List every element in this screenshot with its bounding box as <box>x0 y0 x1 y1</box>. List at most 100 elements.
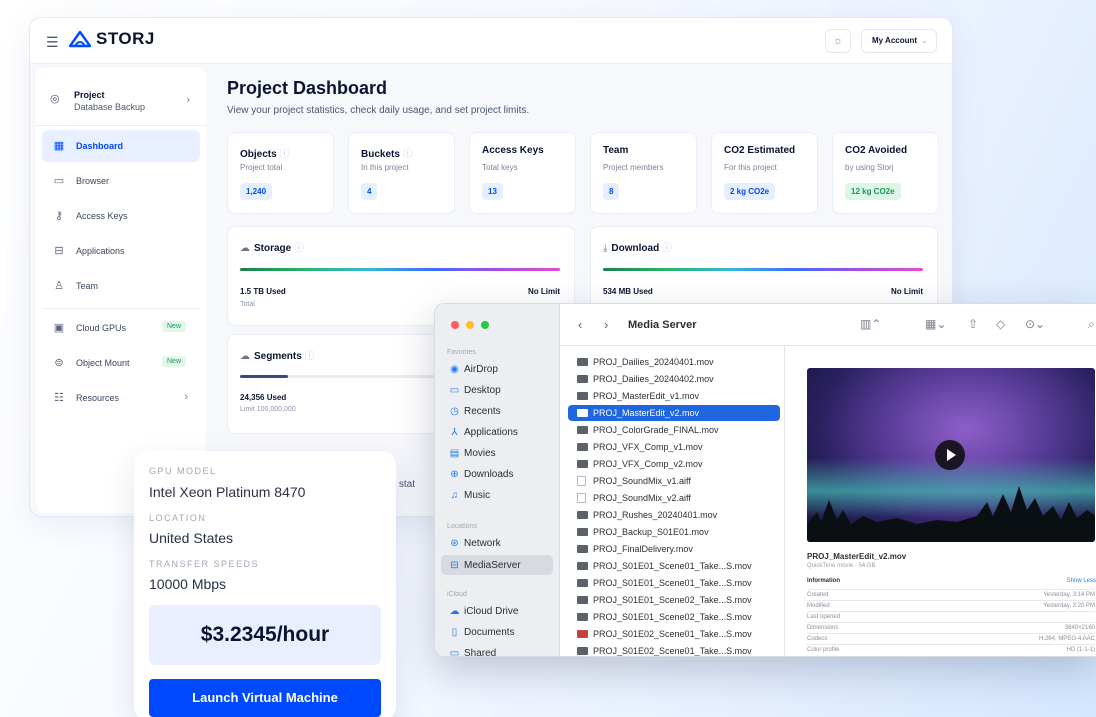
more-actions-icon[interactable]: ⊙⌄ <box>1025 317 1045 331</box>
file-row[interactable]: PROJ_VFX_Comp_v2.mov <box>568 456 780 472</box>
movie-file-icon <box>577 358 588 366</box>
sidebar-item-label: Dashboard <box>76 141 124 151</box>
file-row[interactable]: PROJ_S01E02_Scene01_Take...S.mov <box>568 626 780 642</box>
movie-file-icon <box>577 630 588 638</box>
stat-card-team[interactable]: Team Project members 8 <box>590 132 697 214</box>
sidebar-item-cloud-gpus[interactable]: ▣ Cloud GPUs New <box>42 312 200 344</box>
tag-icon[interactable]: ◇ <box>996 317 1005 331</box>
sidebar-item-documents[interactable]: ▯ Documents <box>449 627 515 638</box>
file-row[interactable]: PROJ_Dailies_20240401.mov <box>568 354 780 370</box>
file-row[interactable]: PROJ_FinalDelivery.mov <box>568 541 780 557</box>
file-row[interactable]: PROJ_MasterEdit_v1.mov <box>568 388 780 404</box>
sidebar-item-label: AirDrop <box>464 364 498 375</box>
file-row[interactable]: PROJ_SoundMix_v2.aiff <box>568 490 780 506</box>
gpu-offer-card: GPU MODEL Intel Xeon Platinum 8470 LOCAT… <box>134 451 396 717</box>
launch-vm-button[interactable]: Launch Virtual Machine <box>149 679 381 717</box>
sidebar-item-icloud-drive[interactable]: ☁ iCloud Drive <box>449 606 519 617</box>
sidebar-item-network[interactable]: ⊛ Network <box>449 538 500 549</box>
menu-icon[interactable]: ☰ <box>46 34 59 51</box>
stat-value: 1,240 <box>240 183 273 200</box>
share-icon[interactable]: ⇧ <box>968 317 978 331</box>
file-row[interactable]: PROJ_ColorGrade_FINAL.mov <box>568 422 780 438</box>
file-row[interactable]: PROJ_S01E01_Scene01_Take...S.mov <box>568 558 780 574</box>
close-window-button[interactable] <box>451 321 459 329</box>
file-name: PROJ_VFX_Comp_v1.mov <box>593 442 703 452</box>
info-row: Modified Yesterday, 3:20 PM <box>807 600 1095 611</box>
storj-logo[interactable]: STORJ <box>68 29 155 49</box>
file-name: PROJ_VFX_Comp_v2.mov <box>593 459 703 469</box>
project-switcher[interactable]: ◎ Project Database Backup › <box>36 76 206 126</box>
sidebar-item-dashboard[interactable]: ▦ Dashboard <box>42 130 200 162</box>
video-thumbnail[interactable] <box>807 368 1095 542</box>
card-title: Download <box>611 243 660 254</box>
stat-card-co2-estimated[interactable]: CO2 Estimated For this project 2 kg CO2e <box>711 132 818 214</box>
file-row[interactable]: PROJ_S01E02_Scene01_Take...S.mov <box>568 643 780 656</box>
file-name: PROJ_Dailies_20240402.mov <box>593 374 714 384</box>
sidebar-item-applications[interactable]: ⅄ Applications <box>449 427 517 438</box>
sidebar-item-airdrop[interactable]: ◉ AirDrop <box>449 364 498 375</box>
back-arrow-icon[interactable]: ‹ <box>578 317 582 332</box>
file-row[interactable]: PROJ_VFX_Comp_v1.mov <box>568 439 780 455</box>
sidebar-item-applications[interactable]: ⊟ Applications <box>42 235 200 267</box>
tree-silhouette <box>807 486 1095 542</box>
sidebar-item-team[interactable]: ♙ Team <box>42 270 200 302</box>
play-button[interactable] <box>935 440 965 470</box>
file-name: PROJ_S01E01_Scene02_Take...S.mov <box>593 612 752 622</box>
search-icon[interactable]: ⌕ <box>1088 317 1095 332</box>
cloud-icon: ☁ <box>240 351 250 362</box>
stat-subtitle: In this project <box>361 163 409 172</box>
gpu-model-label: GPU MODEL <box>149 466 217 476</box>
stat-card-buckets[interactable]: Buckets ⓘ In this project 4 <box>348 132 455 214</box>
info-row: Last opened <box>807 611 1095 622</box>
file-row[interactable]: PROJ_Dailies_20240402.mov <box>568 371 780 387</box>
movie-file-icon <box>577 426 588 434</box>
segments-used: 24,356 Used <box>240 393 287 402</box>
sidebar-item-label: Browser <box>76 176 110 186</box>
minimize-window-button[interactable] <box>466 321 474 329</box>
sidebar-item-access-keys[interactable]: ⚷ Access Keys <box>42 200 200 232</box>
sidebar-item-label: Music <box>464 490 491 501</box>
info-row: Dimensions 3840×2160 <box>807 622 1095 633</box>
zoom-window-button[interactable] <box>481 321 489 329</box>
sidebar-item-browser[interactable]: ▭ Browser <box>42 165 200 197</box>
show-less-link[interactable]: Show Less <box>1067 578 1096 584</box>
sidebar-item-desktop[interactable]: ▭ Desktop <box>449 385 501 396</box>
stat-card-access-keys[interactable]: Access Keys Total keys 13 <box>469 132 576 214</box>
stat-subtitle: by using Storj <box>845 163 894 172</box>
file-name: PROJ_SoundMix_v1.aiff <box>593 476 691 486</box>
sidebar-item-shared[interactable]: ▭ Shared <box>449 648 496 656</box>
cloud-icon: ☁ <box>449 606 460 617</box>
brand-name: STORJ <box>96 29 155 48</box>
sidebar-item-movies[interactable]: ▤ Movies <box>449 448 496 459</box>
finder-sidebar: Favorites ◉ AirDrop ▭ Desktop ◷ Recents ⅄ Ap… <box>435 304 560 656</box>
file-row[interactable]: PROJ_Rushes_20240401.mov <box>568 507 780 523</box>
info-value: 3840×2160 <box>1064 625 1095 631</box>
icloud-section-label: iCloud <box>447 591 467 598</box>
file-row[interactable]: PROJ_SoundMix_v1.aiff <box>568 473 780 489</box>
sidebar-item-object-mount[interactable]: ⊜ Object Mount New <box>42 347 200 379</box>
server-icon: ⊟ <box>450 559 459 571</box>
sidebar-item-mediaserver[interactable]: ⊟ MediaServer <box>441 555 553 575</box>
column-view-icon[interactable]: ▥⌃ <box>860 317 881 331</box>
info-key: Codecs <box>807 636 828 642</box>
stat-card-objects[interactable]: Objects ⓘ Project total 1,240 <box>227 132 334 214</box>
file-row[interactable]: PROJ_S01E01_Scene02_Take...S.mov <box>568 609 780 625</box>
sidebar-item-recents[interactable]: ◷ Recents <box>449 406 501 417</box>
sidebar-item-resources[interactable]: ☷ Resources › <box>42 382 200 414</box>
forward-arrow-icon[interactable]: › <box>604 317 608 332</box>
account-button[interactable]: My Account ⌄ <box>861 29 937 53</box>
sidebar-item-downloads[interactable]: ⊕ Downloads <box>449 469 513 480</box>
file-row[interactable]: PROJ_S01E01_Scene01_Take...S.mov <box>568 575 780 591</box>
sidebar-item-music[interactable]: ♫ Music <box>449 490 490 501</box>
file-row[interactable]: PROJ_Backup_S01E01.mov <box>568 524 780 540</box>
chevron-right-icon: › <box>184 391 188 403</box>
group-icon[interactable]: ▦⌄ <box>925 317 946 331</box>
file-row[interactable]: PROJ_S01E01_Scene02_Take...S.mov <box>568 592 780 608</box>
theme-toggle-button[interactable]: ☼ <box>825 29 851 53</box>
file-row-selected[interactable]: PROJ_MasterEdit_v2.mov <box>568 405 780 421</box>
card-title: Storage <box>254 243 292 254</box>
stat-value: 12 kg CO2e <box>845 183 901 200</box>
stat-card-co2-avoided[interactable]: CO2 Avoided by using Storj 12 kg CO2e <box>832 132 939 214</box>
segments-usage-fill <box>240 375 288 378</box>
info-row: Created Yesterday, 3:14 PM <box>807 589 1095 600</box>
